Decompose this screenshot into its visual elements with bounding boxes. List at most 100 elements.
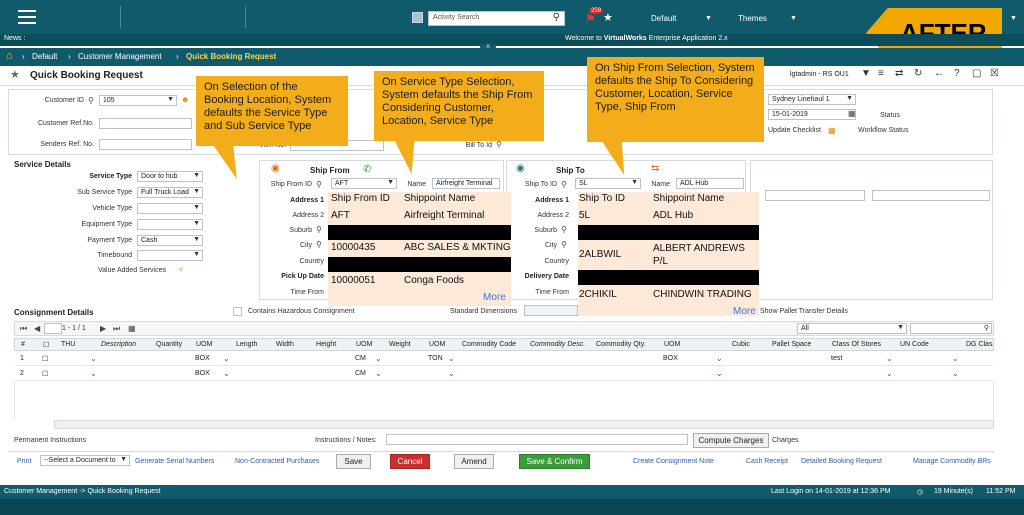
save-button[interactable]: Save bbox=[336, 454, 371, 469]
calendar-icon[interactable]: ▦ bbox=[848, 109, 856, 118]
select-all-checkbox[interactable]: ☐ bbox=[43, 341, 49, 349]
chevron-down-icon[interactable]: ▼ bbox=[705, 15, 712, 22]
favorite-star-icon[interactable]: ★ bbox=[10, 68, 20, 81]
row-checkbox[interactable]: ☐ bbox=[42, 370, 48, 378]
standard-dimensions-select[interactable] bbox=[524, 305, 578, 316]
lookup-row[interactable]: 5L ADL Hub bbox=[578, 210, 759, 226]
detailed-booking-request-link[interactable]: Detailed Booking Request bbox=[801, 458, 882, 465]
table-row[interactable]: 1 ☐ ⌄ BOX ⌄ CM ⌄ TON ⌄ BOX ⌄ test ⌄ ⌄ bbox=[14, 352, 994, 366]
dropdown-icon[interactable]: ▼ bbox=[861, 68, 871, 79]
checklist-icon[interactable]: ▦ bbox=[828, 126, 836, 135]
search-icon[interactable]: ⚲ bbox=[88, 96, 94, 105]
hamburger-menu-icon[interactable] bbox=[18, 10, 36, 24]
grid-settings-icon[interactable]: ▦ bbox=[128, 324, 136, 333]
save-confirm-button[interactable]: Save & Confirm bbox=[519, 454, 590, 469]
equipment-type-select[interactable]: ▼ bbox=[137, 219, 203, 230]
payment-type-select[interactable]: Cash ▼ bbox=[137, 235, 203, 246]
help-icon[interactable]: ? bbox=[954, 68, 960, 79]
cancel-button[interactable]: Cancel bbox=[390, 454, 430, 469]
shuffle-icon[interactable]: ⇄ bbox=[895, 68, 903, 79]
lookup-row[interactable]: 10000435 ABC SALES & MKTING bbox=[328, 242, 511, 258]
more-link[interactable]: More bbox=[733, 306, 756, 317]
page-number-input[interactable] bbox=[44, 323, 62, 334]
list-icon[interactable]: ≡ bbox=[878, 68, 884, 79]
horizontal-scrollbar[interactable] bbox=[54, 420, 994, 429]
breadcrumb-customer-management[interactable]: Customer Management bbox=[78, 52, 162, 61]
ship-to-id-select[interactable]: SL ▼ bbox=[575, 178, 641, 189]
ship-from-id-select[interactable]: AFT ▼ bbox=[331, 178, 397, 189]
non-contracted-purchases-link[interactable]: Non-Contracted Purchases bbox=[235, 458, 319, 465]
print-link[interactable]: Print bbox=[17, 458, 31, 465]
extra-input[interactable] bbox=[765, 190, 865, 201]
breadcrumb-default[interactable]: Default bbox=[32, 52, 57, 61]
manage-commodity-link[interactable]: Manage Commodity BRs bbox=[913, 458, 991, 465]
grid-search-input[interactable]: ⚲ bbox=[910, 323, 992, 334]
table-row[interactable]: 2 ☐ ⌄ BOX ⌄ CM ⌄ ⌄ ⌄ ⌄ ⌄ bbox=[14, 367, 994, 381]
search-icon[interactable]: ⚲ bbox=[561, 240, 567, 249]
chevron-down-icon: ⌄ bbox=[716, 369, 723, 378]
first-page-icon[interactable]: ⏮ bbox=[20, 324, 27, 334]
vehicle-type-select[interactable]: ▼ bbox=[137, 203, 203, 214]
update-checklist-link[interactable]: Update Checklist bbox=[768, 127, 821, 134]
window-icon[interactable]: ▢ bbox=[972, 68, 981, 79]
callout-booking-location: On Selection of the Booking Location, Sy… bbox=[196, 76, 348, 146]
compute-charges-button[interactable]: Compute Charges bbox=[693, 433, 769, 448]
close-window-icon[interactable]: ☒ bbox=[990, 68, 999, 79]
home-icon[interactable]: ⌂ bbox=[6, 50, 13, 62]
breadcrumb: ⌂ › Default › Customer Management › Quic… bbox=[0, 48, 1024, 66]
search-icon[interactable]: ⚲ bbox=[316, 180, 322, 189]
notification-flag-icon[interactable]: ⚑ bbox=[585, 12, 596, 26]
search-icon[interactable]: ⚲ bbox=[553, 12, 560, 23]
activity-search-input[interactable]: Activity Search ⚲ bbox=[428, 11, 565, 26]
chevron-down-icon[interactable]: ▼ bbox=[1010, 15, 1017, 22]
next-page-icon[interactable]: ▶ bbox=[100, 324, 106, 333]
back-arrow-icon[interactable]: ← bbox=[934, 68, 944, 79]
timebound-select[interactable]: ▼ bbox=[137, 250, 203, 261]
calculator-icon[interactable] bbox=[412, 12, 423, 23]
pallet-transfer-label: Show Pallet Transfer Details bbox=[760, 308, 848, 315]
generate-serial-numbers-link[interactable]: Generate Serial Numbers bbox=[135, 458, 214, 465]
standard-dimensions-label: Standard Dimensions bbox=[450, 308, 517, 315]
date-input[interactable]: 15-01-2019 bbox=[768, 109, 856, 120]
lookup-row[interactable]: 2ALBWIL ALBERT ANDREWS P/L bbox=[578, 242, 759, 270]
favorites-star-icon[interactable]: ★ bbox=[603, 11, 613, 24]
swap-icon[interactable]: ⇆ bbox=[651, 163, 659, 174]
lookup-row[interactable]: 2CHIKIL CHINDWIN TRADING bbox=[578, 289, 759, 305]
value-added-services-icon[interactable]: ▿ bbox=[179, 265, 183, 274]
senders-ref-input[interactable] bbox=[99, 139, 192, 150]
more-link[interactable]: More bbox=[483, 292, 506, 303]
lookup-row[interactable]: 10000051 Conga Foods bbox=[328, 275, 511, 291]
customer-id-select[interactable]: 105 ▼ bbox=[99, 95, 177, 106]
sub-service-type-select[interactable]: Full Truck Load ▼ bbox=[137, 187, 203, 198]
menu-themes[interactable]: Themes bbox=[738, 14, 767, 23]
phone-icon[interactable]: ✆ bbox=[363, 164, 371, 175]
create-consignment-note-link[interactable]: Create Consignment Note bbox=[633, 458, 714, 465]
cash-receipt-link[interactable]: Cash Receipt bbox=[746, 458, 788, 465]
search-icon[interactable]: ⚲ bbox=[316, 240, 322, 249]
row-checkbox[interactable]: ☐ bbox=[42, 355, 48, 363]
search-icon[interactable]: ⚲ bbox=[561, 180, 567, 189]
select-document-dropdown[interactable]: --Select a Document to ▼ bbox=[40, 455, 130, 466]
col-cubic: Cubic bbox=[732, 341, 750, 348]
filter-select[interactable]: All ▼ bbox=[797, 323, 907, 334]
instructions-notes-input[interactable] bbox=[386, 434, 688, 445]
amend-button[interactable]: Amend bbox=[454, 454, 494, 469]
news-label: News : bbox=[4, 35, 26, 42]
location-select[interactable]: Sydney Linehaul 1 ▼ bbox=[768, 94, 856, 105]
ship-to-name-input[interactable]: ADL Hub bbox=[676, 178, 744, 189]
prev-page-icon[interactable]: ◀ bbox=[34, 324, 40, 333]
search-icon[interactable]: ⚲ bbox=[496, 140, 502, 149]
search-icon[interactable]: ⚲ bbox=[316, 225, 322, 234]
add-user-icon[interactable]: ☻ bbox=[181, 95, 189, 104]
search-icon[interactable]: ⚲ bbox=[561, 225, 567, 234]
refresh-icon[interactable]: ↻ bbox=[914, 68, 922, 79]
extra-input[interactable] bbox=[872, 190, 990, 201]
customer-ref-input[interactable] bbox=[99, 118, 192, 129]
service-type-select[interactable]: Door to hub ▼ bbox=[137, 171, 203, 182]
chevron-down-icon[interactable]: ▼ bbox=[790, 15, 797, 22]
hazardous-checkbox[interactable] bbox=[233, 307, 242, 316]
menu-default[interactable]: Default bbox=[651, 14, 676, 23]
last-page-icon[interactable]: ⏭ bbox=[113, 324, 120, 334]
ship-from-name-input[interactable]: Airfreight Terminal bbox=[432, 178, 500, 189]
lookup-row[interactable]: AFT Airfreight Terminal bbox=[328, 210, 511, 226]
